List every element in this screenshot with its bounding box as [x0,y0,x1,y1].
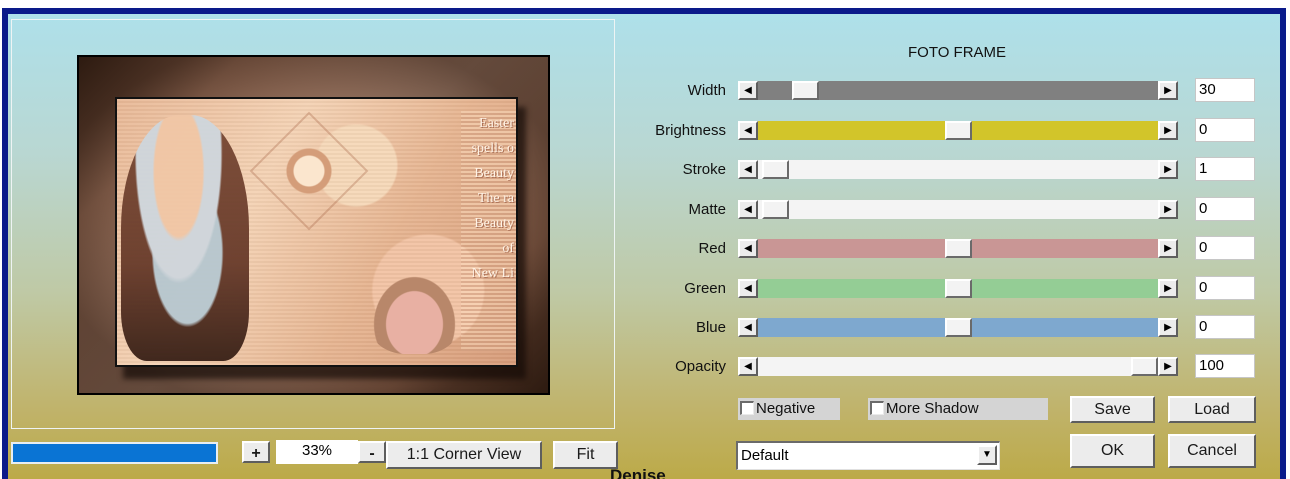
slider-track[interactable] [758,121,1158,140]
zoom-level-field[interactable]: 33% [276,440,358,464]
photo-text-line: of [502,241,514,256]
slider-green: Green ◀ ▶ 0 [608,276,1258,300]
slider-width: Width ◀ ▶ 30 [608,78,1258,102]
slider-track[interactable] [758,160,1158,179]
left-arrow-icon[interactable]: ◀ [738,160,758,179]
frame-preview-image: Easter spells o Beauty The ra Beauty of … [77,55,550,395]
photo-text-strip: Easter spells o Beauty The ra Beauty of … [461,111,516,351]
slider-track[interactable] [758,239,1158,258]
slider-track[interactable] [758,200,1158,219]
slider-track[interactable] [758,81,1158,100]
slider-label: Red [698,240,726,257]
left-arrow-icon[interactable]: ◀ [738,318,758,337]
left-arrow-icon[interactable]: ◀ [738,81,758,100]
negative-checkbox[interactable] [740,401,754,415]
right-arrow-icon[interactable]: ▶ [1158,318,1178,337]
save-button[interactable]: Save [1070,396,1155,423]
right-arrow-icon[interactable]: ▶ [1158,357,1178,376]
slider-value-field[interactable]: 0 [1195,276,1255,300]
watermark-text: Denise [610,466,666,479]
ornament-decoration [249,111,369,231]
progress-bar [11,442,218,464]
slider-value-field[interactable]: 0 [1195,236,1255,260]
corner-view-button[interactable]: 1:1 Corner View [386,441,542,469]
left-arrow-icon[interactable]: ◀ [738,200,758,219]
slider-label: Green [684,280,726,297]
slider-thumb[interactable] [762,200,789,219]
slider-value-field[interactable]: 0 [1195,315,1255,339]
more-shadow-checkbox[interactable] [870,401,884,415]
chevron-down-icon[interactable]: ▼ [977,445,997,465]
right-arrow-icon[interactable]: ▶ [1158,200,1178,219]
slider-label: Matte [688,201,726,218]
slider-label: Width [687,82,726,99]
left-arrow-icon[interactable]: ◀ [738,279,758,298]
preset-select[interactable]: Default ▼ [736,441,1000,470]
zoom-out-button[interactable]: - [358,441,386,463]
slider-track[interactable] [758,279,1158,298]
zoom-in-button[interactable]: + [242,441,270,463]
slider-value-field[interactable]: 30 [1195,78,1255,102]
slider-red: Red ◀ ▶ 0 [608,236,1258,260]
right-arrow-icon[interactable]: ▶ [1158,81,1178,100]
slider-blue: Blue ◀ ▶ 0 [608,315,1258,339]
slider-opacity: Opacity ◀ ▶ 100 [608,354,1258,378]
slider-thumb[interactable] [1131,357,1158,376]
negative-label: Negative [756,400,816,417]
fit-button[interactable]: Fit [553,441,618,469]
more-shadow-option[interactable]: More Shadow [868,398,1048,420]
slider-value-field[interactable]: 100 [1195,354,1255,378]
slider-value-field[interactable]: 0 [1195,197,1255,221]
photo-text-line: The ra [477,191,514,206]
slider-value-field[interactable]: 1 [1195,157,1255,181]
photo-image: Easter spells o Beauty The ra Beauty of … [115,97,518,367]
slider-label: Stroke [682,161,726,178]
slider-thumb[interactable] [792,81,819,100]
dialog-title: FOTO FRAME [908,44,1007,61]
negative-option[interactable]: Negative [738,398,840,420]
right-arrow-icon[interactable]: ▶ [1158,239,1178,258]
ok-button[interactable]: OK [1070,434,1155,468]
slider-brightness: Brightness ◀ ▶ 0 [608,118,1258,142]
left-arrow-icon[interactable]: ◀ [738,121,758,140]
slider-track[interactable] [758,357,1158,376]
right-arrow-icon[interactable]: ▶ [1158,160,1178,179]
slider-thumb[interactable] [945,239,972,258]
photo-text-line: spells o [471,141,514,156]
left-arrow-icon[interactable]: ◀ [738,357,758,376]
right-arrow-icon[interactable]: ▶ [1158,279,1178,298]
photo-text-line: Beauty [474,216,514,231]
load-button[interactable]: Load [1168,396,1256,423]
photo-text-line: New Li [471,266,514,281]
slider-stroke: Stroke ◀ ▶ 1 [608,157,1258,181]
dialog-client: Easter spells o Beauty The ra Beauty of … [8,14,1280,479]
slider-thumb[interactable] [945,279,972,298]
right-arrow-icon[interactable]: ▶ [1158,121,1178,140]
photo-text-line: Beauty [474,166,514,181]
slider-thumb[interactable] [945,318,972,337]
cancel-button[interactable]: Cancel [1168,434,1256,468]
slider-track[interactable] [758,318,1158,337]
slider-thumb[interactable] [762,160,789,179]
basket-decoration [367,269,462,354]
left-arrow-icon[interactable]: ◀ [738,239,758,258]
dialog-window: Easter spells o Beauty The ra Beauty of … [2,8,1286,479]
slider-matte: Matte ◀ ▶ 0 [608,197,1258,221]
slider-thumb[interactable] [945,121,972,140]
slider-value-field[interactable]: 0 [1195,118,1255,142]
slider-label: Brightness [655,122,726,139]
photo-text-line: Easter [479,116,514,131]
preset-select-value: Default [741,447,789,464]
slider-label: Opacity [675,358,726,375]
more-shadow-label: More Shadow [886,400,979,417]
preview-panel: Easter spells o Beauty The ra Beauty of … [11,19,615,429]
girl-figure [121,115,249,361]
slider-label: Blue [695,319,726,336]
